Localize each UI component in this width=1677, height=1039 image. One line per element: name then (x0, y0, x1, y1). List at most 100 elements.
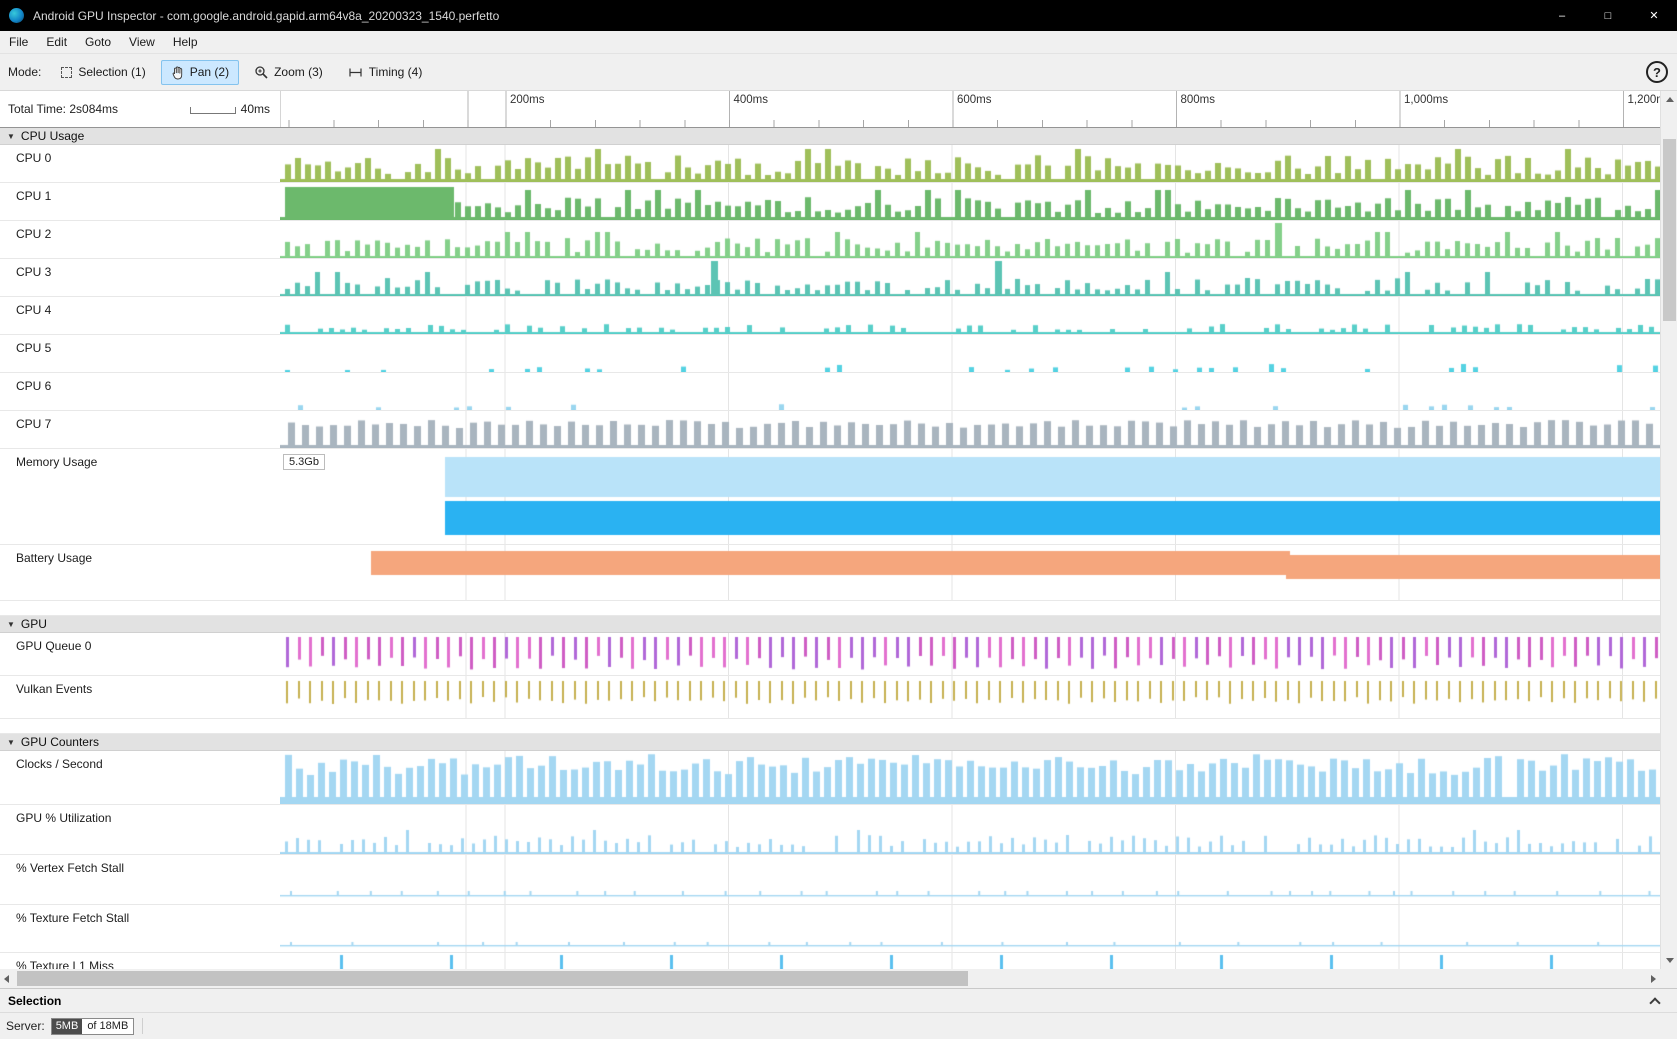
scroll-left-arrow-icon[interactable] (4, 975, 9, 983)
track-chart-memory (280, 449, 1660, 544)
menu-goto[interactable]: Goto (76, 31, 120, 53)
server-memory-indicator: 5MB of 18MB (51, 1018, 135, 1035)
memory-total-value: of 18MB (82, 1019, 133, 1034)
selection-panel-title: Selection (8, 994, 61, 1008)
track-lane-cpu3[interactable] (280, 259, 1660, 296)
ruler-tick-label: 200ms (510, 94, 545, 106)
track-chart-clocks (280, 751, 1660, 804)
track-lane-cpu6[interactable] (280, 373, 1660, 410)
pan-mode-label: Pan (2) (190, 65, 229, 79)
memory-used-value: 5MB (52, 1019, 83, 1034)
track-lane-cpu2[interactable] (280, 221, 1660, 258)
track-lane-cpu0[interactable] (280, 145, 1660, 182)
scroll-up-arrow-icon[interactable] (1666, 97, 1674, 102)
menu-help[interactable]: Help (164, 31, 207, 53)
collapse-arrow-icon[interactable]: ▼ (7, 132, 15, 141)
vertical-scrollbar[interactable] (1660, 91, 1677, 969)
ruler-tick-label: 400ms (734, 94, 769, 106)
spacer-label (0, 601, 280, 615)
track-lane-vulkan[interactable] (280, 676, 1660, 718)
track-chart-cpu7 (280, 411, 1660, 448)
track-row: GPU Queue 0 (0, 633, 1660, 676)
spacer-row (0, 719, 1660, 734)
vertical-scrollbar-thumb[interactable] (1663, 139, 1676, 321)
track-row: CPU 2 (0, 221, 1660, 259)
track-lane-queue[interactable] (280, 633, 1660, 675)
horizontal-scrollbar[interactable] (0, 969, 1660, 988)
track-chart-cpu3 (280, 259, 1660, 296)
track-chart-cpu6 (280, 373, 1660, 410)
track-label: Memory Usage (0, 449, 280, 544)
track-label: GPU % Utilization (0, 805, 280, 854)
selection-panel-header[interactable]: Selection (0, 988, 1677, 1012)
selection-mode-button[interactable]: Selection (1) (51, 60, 155, 84)
window-title: Android GPU Inspector - com.google.andro… (33, 9, 499, 23)
timing-icon (348, 67, 363, 78)
collapse-arrow-icon[interactable]: ▼ (7, 620, 15, 629)
timing-mode-label: Timing (4) (369, 65, 423, 79)
selection-mode-label: Selection (1) (78, 65, 145, 79)
group-header-row[interactable]: ▼GPU (0, 616, 1660, 633)
track-row: CPU 4 (0, 297, 1660, 335)
track-row: CPU 5 (0, 335, 1660, 373)
maximize-button[interactable]: □ (1585, 0, 1631, 31)
horizontal-scrollbar-thumb[interactable] (17, 971, 968, 986)
track-row: GPU % Utilization (0, 805, 1660, 855)
track-chart-l1miss (280, 953, 1660, 969)
timing-mode-button[interactable]: Timing (4) (338, 60, 433, 84)
group-label: GPU Counters (21, 735, 99, 749)
ruler-tick-label: 600ms (957, 94, 992, 106)
track-label: Battery Usage (0, 545, 280, 600)
menu-file[interactable]: File (0, 31, 37, 53)
ruler-tick-label: 1,000ms (1404, 94, 1448, 106)
menu-bar: File Edit Goto View Help (0, 31, 1677, 53)
help-button[interactable]: ? (1646, 61, 1668, 83)
scroll-right-arrow-icon[interactable] (1651, 975, 1656, 983)
menu-view[interactable]: View (120, 31, 164, 53)
track-lane-memory[interactable]: 5.3Gb (280, 449, 1660, 544)
track-lane-cpu1[interactable] (280, 183, 1660, 220)
status-separator (142, 1018, 143, 1034)
pan-mode-button[interactable]: Pan (2) (161, 60, 239, 85)
track-label: Clocks / Second (0, 751, 280, 804)
track-chart-cpu0 (280, 145, 1660, 182)
track-label: CPU 0 (0, 145, 280, 182)
ruler-timeline[interactable]: 200ms400ms600ms800ms1,000ms1,200ms (280, 91, 1660, 127)
track-label: GPU Queue 0 (0, 633, 280, 675)
close-button[interactable]: ✕ (1631, 0, 1677, 31)
track-lane-clocks[interactable] (280, 751, 1660, 804)
selection-icon (61, 67, 72, 78)
track-lane-util[interactable] (280, 805, 1660, 854)
track-row: % Texture Fetch Stall (0, 905, 1660, 953)
track-lane-texfetch[interactable] (280, 905, 1660, 952)
track-label: CPU 1 (0, 183, 280, 220)
menu-edit[interactable]: Edit (37, 31, 76, 53)
scale-indicator: 40ms (190, 102, 270, 116)
track-row: CPU 3 (0, 259, 1660, 297)
track-lane-battery[interactable] (280, 545, 1660, 600)
zoom-mode-label: Zoom (3) (274, 65, 323, 79)
track-lane-cpu7[interactable] (280, 411, 1660, 448)
track-lane-cpu4[interactable] (280, 297, 1660, 334)
track-lane-l1miss[interactable] (280, 953, 1660, 969)
spacer-lane (280, 719, 1660, 733)
track-chart-vulkan (280, 676, 1660, 718)
track-row: CPU 1 (0, 183, 1660, 221)
track-chart-cpu4 (280, 297, 1660, 334)
spacer-label (0, 719, 280, 733)
track-label: CPU 7 (0, 411, 280, 448)
group-header-row[interactable]: ▼ GPU Counters (0, 734, 1660, 751)
tracks-viewport: ▼CPU UsageCPU 0CPU 1CPU 2CPU 3CPU 4CPU 5… (0, 128, 1660, 969)
track-lane-cpu5[interactable] (280, 335, 1660, 372)
minimize-button[interactable]: – (1539, 0, 1585, 31)
title-bar[interactable]: Android GPU Inspector - com.google.andro… (0, 0, 1677, 31)
group-header-row[interactable]: ▼CPU Usage (0, 128, 1660, 145)
track-row: Battery Usage (0, 545, 1660, 601)
track-chart-queue (280, 633, 1660, 675)
track-label: Vulkan Events (0, 676, 280, 718)
track-lane-vertex[interactable] (280, 855, 1660, 904)
collapse-arrow-icon[interactable]: ▼ (7, 738, 15, 747)
chevron-up-icon[interactable] (1649, 997, 1660, 1008)
zoom-mode-button[interactable]: Zoom (3) (244, 60, 333, 84)
scroll-down-arrow-icon[interactable] (1666, 958, 1674, 963)
